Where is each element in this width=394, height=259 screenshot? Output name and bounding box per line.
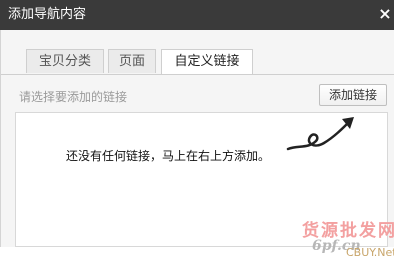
tab-pages[interactable]: 页面 <box>108 49 156 73</box>
dialog-body: 宝贝分类 页面 自定义链接 请选择要添加的链接 添加链接 还没有任何链接，马上在… <box>0 30 394 259</box>
close-icon[interactable]: × <box>378 4 392 24</box>
dialog-titlebar: 添加导航内容 × <box>0 0 394 30</box>
watermark-sub: CBUY.Net <box>346 246 394 259</box>
empty-message: 还没有任何链接，马上在右上方添加。 <box>66 149 271 163</box>
add-link-button[interactable]: 添加链接 <box>319 84 387 106</box>
dialog-title: 添加导航内容 <box>8 7 87 22</box>
tab-divider <box>1 74 394 75</box>
watermark: 货源批发网 6pf.cn CBUY.Net <box>302 216 394 259</box>
tab-item-categories[interactable]: 宝贝分类 <box>26 49 104 73</box>
tab-custom-link[interactable]: 自定义链接 <box>161 49 253 75</box>
link-list-area: 还没有任何链接，马上在右上方添加。 货源批发网 6pf.cn CBUY.Net <box>15 112 394 259</box>
select-link-hint: 请选择要添加的链接 <box>19 90 128 104</box>
curly-arrow-icon <box>286 117 354 151</box>
